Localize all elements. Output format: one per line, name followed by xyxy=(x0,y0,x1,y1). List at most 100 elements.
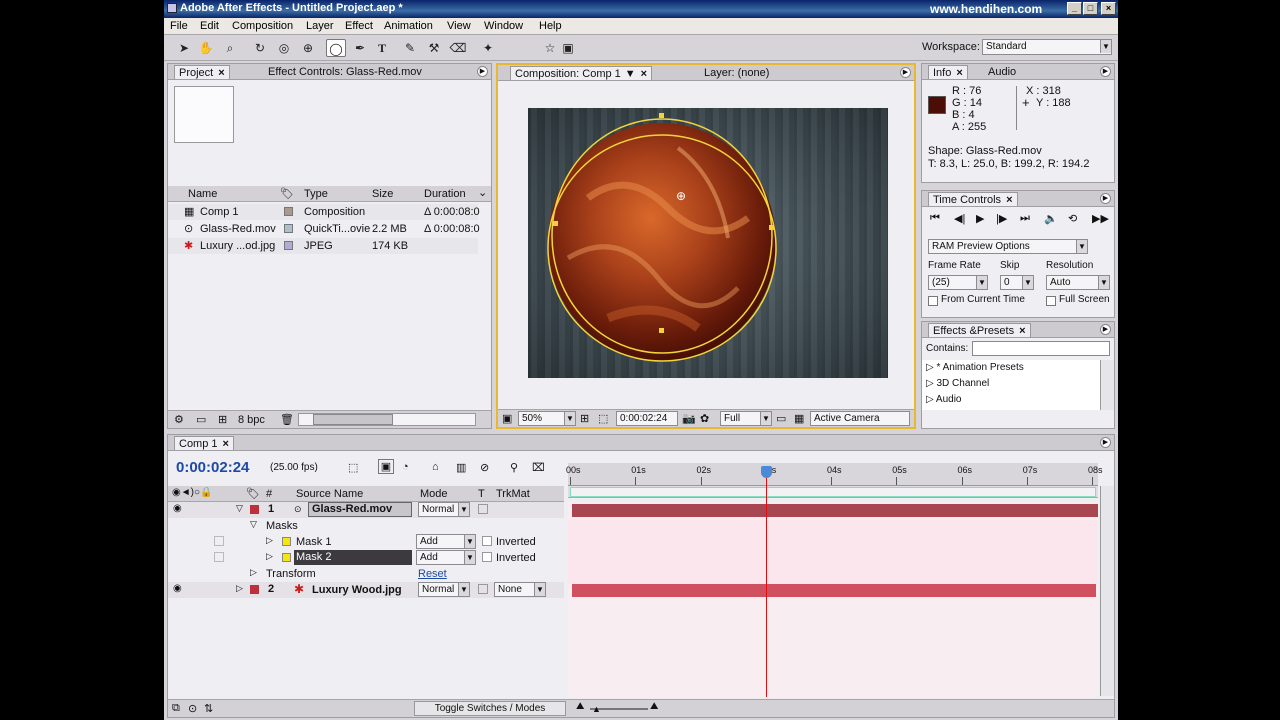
layer-2-bar[interactable] xyxy=(572,584,1096,597)
panel-menu-icon[interactable]: ▶ xyxy=(1100,66,1111,77)
tab-audio[interactable]: Audio xyxy=(984,65,1020,79)
transparency-grid-icon[interactable]: ▦ xyxy=(794,412,804,425)
draft-3d-icon[interactable]: ▣ xyxy=(378,459,394,474)
tab-composition[interactable]: Composition: Comp 1 ▼ × xyxy=(510,66,653,80)
transform-row[interactable]: ▷ Transform Reset xyxy=(168,566,564,582)
graph-editor-icon[interactable]: ⚲ xyxy=(510,461,518,474)
vertical-scrollbar[interactable] xyxy=(1100,360,1114,410)
eye-icon[interactable]: ◉ xyxy=(173,583,182,594)
selection-tool-icon[interactable]: ➤ xyxy=(174,39,194,57)
expand-icon[interactable]: ⊙ xyxy=(188,702,197,715)
star-icon[interactable]: ☆ xyxy=(540,39,560,57)
panel-menu-icon[interactable]: ▶ xyxy=(1100,193,1111,204)
twirl-right-icon[interactable]: ▷ xyxy=(266,535,273,546)
chevron-down-icon[interactable]: ▼ xyxy=(625,68,636,80)
preserve-transparency-checkbox[interactable] xyxy=(478,504,488,514)
col-number[interactable]: # xyxy=(266,488,272,500)
tab-layer[interactable]: Layer: (none) xyxy=(700,66,773,80)
frame-rate-dropdown[interactable]: (25) ▼ xyxy=(928,275,988,290)
chevron-down-icon[interactable]: ⌄ xyxy=(478,186,487,199)
layer-row-1[interactable]: ◉ ▽ 1 ⊙ Glass-Red.mov Normal ▼ xyxy=(168,502,564,518)
clone-stamp-tool-icon[interactable]: ⚒ xyxy=(424,39,444,57)
rotation-tool-icon[interactable]: ↻ xyxy=(250,39,270,57)
brush-tool-icon[interactable]: ✎ xyxy=(400,39,420,57)
grid-icon[interactable]: ⊞ xyxy=(580,412,589,425)
menu-animation[interactable]: Animation xyxy=(384,20,433,32)
preserve-transparency-checkbox[interactable] xyxy=(478,584,488,594)
mask-row-2[interactable]: ▷ Mask 2 Add ▼ Inverted xyxy=(168,550,564,566)
tab-comp-1[interactable]: Comp 1 × xyxy=(174,436,234,450)
close-icon[interactable]: × xyxy=(1019,325,1025,337)
eraser-tool-icon[interactable]: ⌫ xyxy=(448,39,468,57)
play-icon[interactable]: ▶ xyxy=(976,212,984,225)
mode-dropdown[interactable]: Normal ▼ xyxy=(418,502,470,517)
panel-menu-icon[interactable]: ▶ xyxy=(900,67,911,78)
layer-row-2[interactable]: ◉ ▷ 2 ✱ Luxury Wood.jpg Normal ▼ None ▼ xyxy=(168,582,564,598)
brainstorm-icon[interactable]: ⊘ xyxy=(480,461,489,474)
layer-name[interactable]: Luxury Wood.jpg xyxy=(312,584,402,596)
zoom-in-icon[interactable]: ⛰ xyxy=(650,701,658,712)
twirl-down-icon[interactable]: ▽ xyxy=(250,519,257,530)
mask-mode-dropdown[interactable]: Add ▼ xyxy=(416,550,476,565)
first-frame-icon[interactable]: ⏮ xyxy=(930,212,940,225)
mode-dropdown[interactable]: Normal ▼ xyxy=(418,582,470,597)
zoom-out-icon[interactable]: ⛰ xyxy=(576,701,584,712)
new-composition-icon[interactable]: ⊞ xyxy=(218,413,227,426)
current-time-indicator[interactable] xyxy=(760,466,772,478)
timeline-vertical-scrollbar[interactable] xyxy=(1100,486,1114,696)
project-item[interactable]: ✱ Luxury ...od.jpg JPEG 174 KB xyxy=(168,238,478,254)
interpret-footage-icon[interactable]: ⚙ xyxy=(174,413,184,426)
timeline-timecode[interactable]: 0:00:02:24 xyxy=(176,459,249,476)
resolution-dropdown[interactable]: Auto ▼ xyxy=(1046,275,1110,290)
zoom-dropdown[interactable]: 50% ▼ xyxy=(518,411,576,426)
ellipse-tool-icon[interactable]: ◯ xyxy=(326,39,346,57)
reset-link[interactable]: Reset xyxy=(418,568,447,580)
ram-preview-icon[interactable]: ▶▶ xyxy=(1092,212,1109,225)
puppet-tool-icon[interactable]: ✦ xyxy=(478,39,498,57)
ram-preview-dropdown[interactable]: RAM Preview Options ▼ xyxy=(928,239,1088,254)
new-folder-icon[interactable]: ▭ xyxy=(196,413,206,426)
scrollbar-thumb[interactable] xyxy=(313,414,393,425)
inverted-checkbox[interactable] xyxy=(482,536,492,546)
full-screen-checkbox[interactable] xyxy=(1046,296,1056,306)
col-t[interactable]: T xyxy=(478,488,485,500)
live-update-icon[interactable]: ⬚ xyxy=(348,461,358,474)
from-current-checkbox[interactable] xyxy=(928,296,938,306)
label-color[interactable] xyxy=(284,241,293,250)
zoom-slider-thumb[interactable]: ▲ xyxy=(592,704,601,714)
tab-info[interactable]: Info × xyxy=(928,65,968,79)
tab-time-controls[interactable]: Time Controls × xyxy=(928,192,1018,206)
mask-visibility-icon[interactable]: ⬚ xyxy=(598,412,608,425)
project-item[interactable]: ⊙ Glass-Red.mov QuickTi...ovie 2.2 MB Δ 0:00… xyxy=(168,221,480,237)
display-icon[interactable]: ▣ xyxy=(502,412,512,425)
project-item[interactable]: ▦ Comp 1 Composition Δ 0:00:08:0 xyxy=(168,204,480,220)
menu-composition[interactable]: Composition xyxy=(232,20,293,32)
playhead-line[interactable] xyxy=(765,473,767,697)
mask-name-selected[interactable]: Mask 2 xyxy=(294,550,412,565)
comp-flowchart-icon[interactable]: ⧉ xyxy=(172,702,180,715)
twirl-right-icon[interactable]: ▷ xyxy=(266,551,273,562)
contains-search-input[interactable] xyxy=(972,341,1110,356)
layer-1-bar[interactable] xyxy=(572,504,1098,517)
col-mode[interactable]: Mode xyxy=(420,488,448,500)
skip-dropdown[interactable]: 0 ▼ xyxy=(1000,275,1034,290)
eye-icon[interactable]: ◉ xyxy=(173,503,182,514)
close-icon[interactable]: × xyxy=(1006,194,1012,206)
show-channel-icon[interactable]: ✿ xyxy=(700,412,709,425)
col-name[interactable]: Name xyxy=(188,188,217,200)
panel-menu-icon[interactable]: ▶ xyxy=(1100,324,1111,335)
tab-project[interactable]: Project × xyxy=(174,65,230,79)
pen-tool-icon[interactable]: ✒ xyxy=(350,39,370,57)
previous-frame-icon[interactable]: ◀| xyxy=(954,212,965,225)
label-color[interactable] xyxy=(284,207,293,216)
close-icon[interactable]: × xyxy=(218,67,224,79)
region-of-interest-icon[interactable]: ▭ xyxy=(776,412,786,425)
col-type[interactable]: Type xyxy=(304,188,328,200)
mask-lock-checkbox[interactable] xyxy=(214,552,224,562)
col-source-name[interactable]: Source Name xyxy=(296,488,363,500)
inverted-checkbox[interactable] xyxy=(482,552,492,562)
mask-color[interactable] xyxy=(282,553,291,562)
menu-window[interactable]: Window xyxy=(484,20,523,32)
menu-help[interactable]: Help xyxy=(539,20,562,32)
tab-effects-presets[interactable]: Effects &Presets × xyxy=(928,323,1031,337)
